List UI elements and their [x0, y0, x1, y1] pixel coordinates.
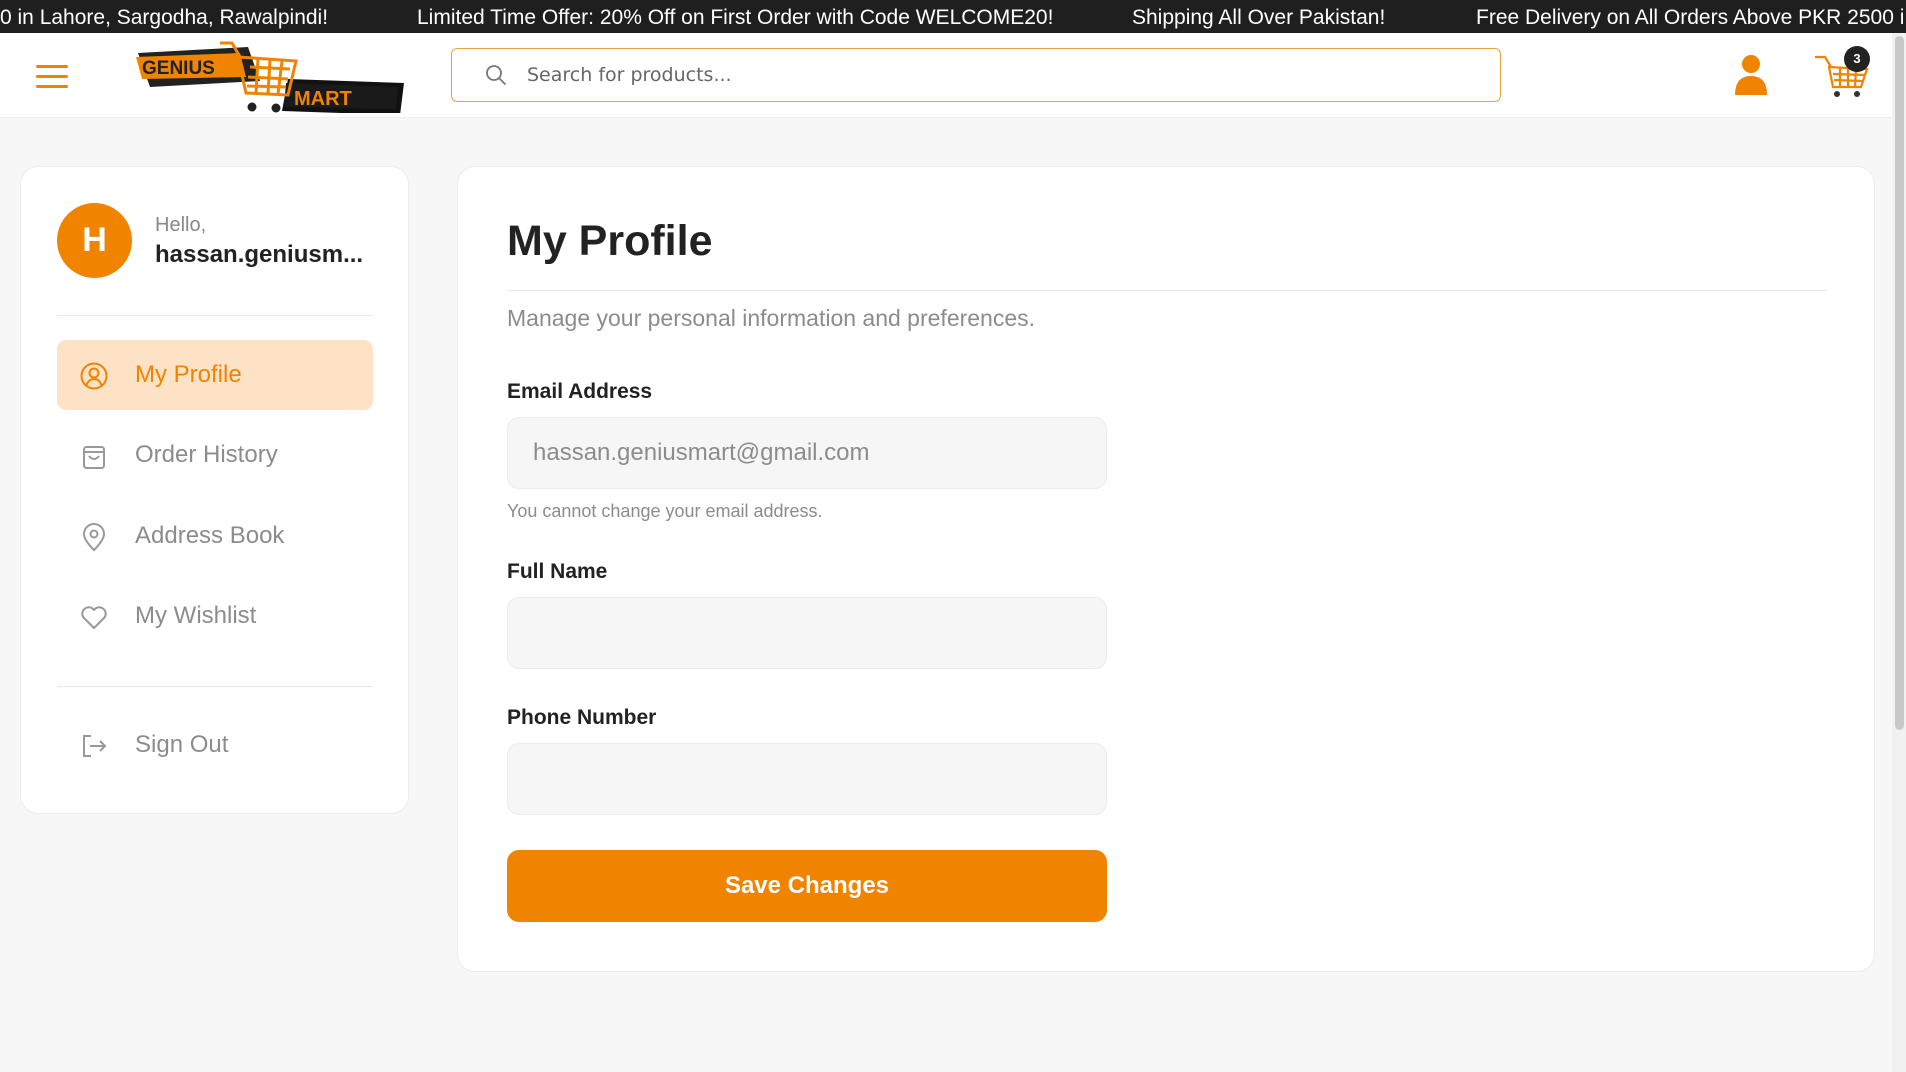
sidebar-item-label: Order History	[135, 441, 278, 468]
sidebar-item-order-history[interactable]: Order History	[57, 420, 373, 490]
svg-text:GENIUS: GENIUS	[142, 58, 215, 79]
announcement-text: Shipping All Over Pakistan!	[1132, 6, 1386, 29]
email-hint: You cannot change your email address.	[507, 501, 823, 521]
sidebar-item-label: My Wishlist	[135, 602, 257, 629]
greeting-text: Hello,	[155, 214, 207, 236]
announcement-text: Free Delivery on All Orders Above PKR 25…	[1476, 6, 1905, 29]
sign-out-button[interactable]: Sign Out	[57, 710, 373, 780]
search-icon	[486, 65, 506, 85]
sidebar-item-address-book[interactable]: Address Book	[57, 501, 373, 571]
shopping-bag-icon	[83, 446, 105, 469]
user-circle-icon	[80, 362, 108, 390]
full-name-field[interactable]	[507, 597, 1107, 669]
sidebar-item-label: Address Book	[135, 522, 285, 549]
sidebar-item-label: My Profile	[135, 361, 242, 388]
map-pin-icon	[82, 523, 106, 552]
phone-number-label: Phone Number	[507, 706, 657, 729]
search-input[interactable]	[527, 59, 1477, 91]
email-label: Email Address	[507, 380, 653, 403]
account-sidebar: H Hello, hassan.geniusm... My Profile Or…	[20, 166, 409, 814]
sign-out-icon	[83, 735, 107, 757]
site-header: GENIUS MART 3	[0, 33, 1892, 118]
page-title: My Profile	[507, 217, 713, 265]
full-name-label: Full Name	[507, 560, 608, 583]
announcement-text: 0 in Lahore, Sargodha, Rawalpindi!	[0, 6, 329, 29]
phone-number-field[interactable]	[507, 743, 1107, 815]
email-field[interactable]	[507, 417, 1107, 489]
genius-mart-logo[interactable]: GENIUS MART	[128, 37, 408, 113]
profile-panel: My Profile Manage your personal informat…	[457, 166, 1875, 972]
save-changes-button[interactable]: Save Changes	[507, 850, 1107, 922]
search-bar[interactable]	[451, 48, 1501, 102]
divider	[57, 686, 373, 687]
announcement-bar: 0 in Lahore, Sargodha, Rawalpindi! Limit…	[0, 0, 1906, 33]
username-text: hassan.geniusm...	[155, 241, 364, 268]
avatar: H	[57, 203, 132, 278]
user-account-icon[interactable]	[1731, 53, 1771, 97]
sidebar-item-my-wishlist[interactable]: My Wishlist	[57, 581, 373, 651]
cart-count-badge: 3	[1844, 46, 1870, 72]
heart-icon	[81, 606, 107, 629]
scrollbar-thumb[interactable]	[1895, 36, 1904, 730]
page-subtitle: Manage your personal information and pre…	[507, 305, 1036, 331]
divider	[507, 290, 1827, 291]
sign-out-label: Sign Out	[135, 731, 229, 758]
svg-text:MART: MART	[294, 88, 352, 110]
sidebar-item-my-profile[interactable]: My Profile	[57, 340, 373, 410]
announcement-text: Limited Time Offer: 20% Off on First Ord…	[417, 6, 1054, 29]
divider	[57, 315, 373, 316]
hamburger-menu-icon[interactable]	[36, 63, 68, 89]
